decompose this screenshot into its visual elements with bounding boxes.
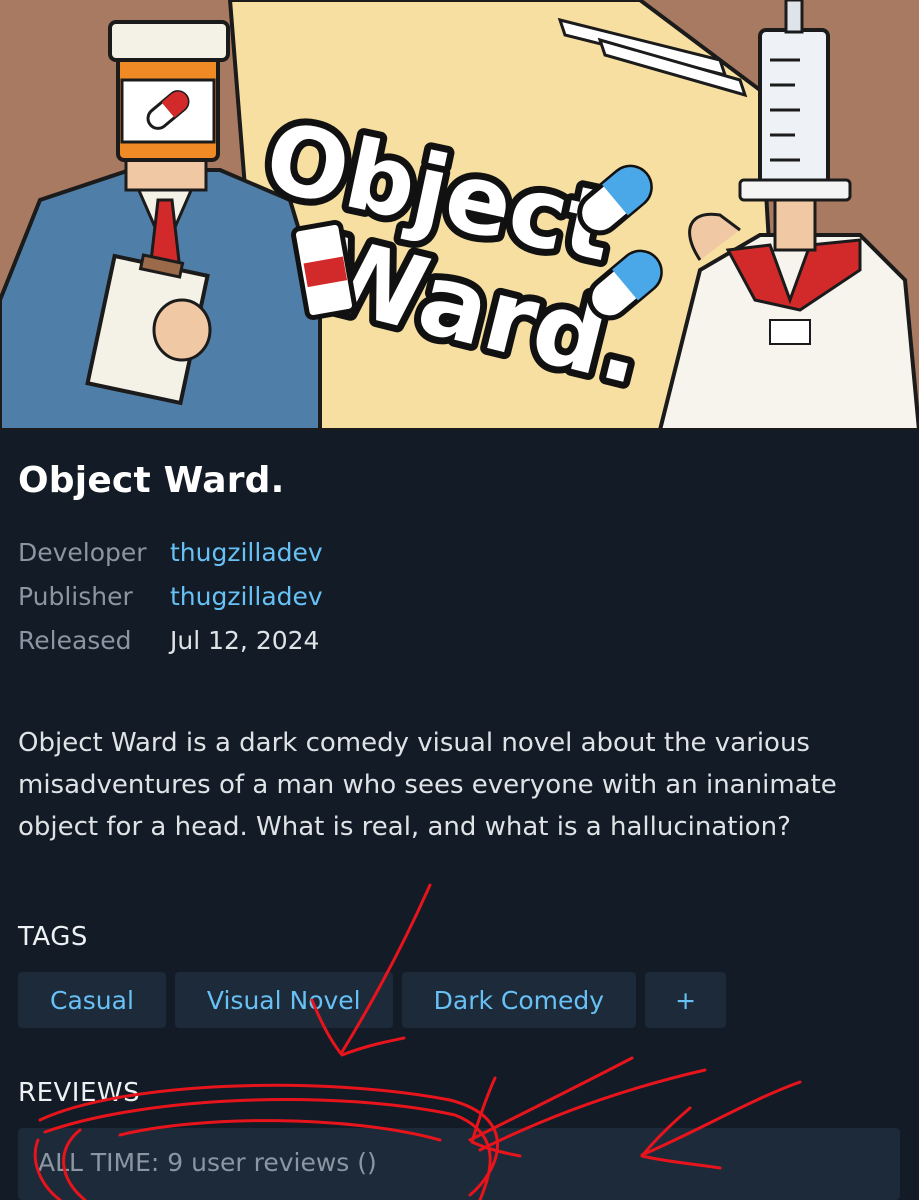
- review-summary-text: ALL TIME: 9 user reviews (): [38, 1148, 377, 1177]
- game-title: Object Ward.: [18, 460, 285, 501]
- publisher-row: Publisher thugzilladev: [18, 574, 323, 618]
- released-row: Released Jul 12, 2024: [18, 618, 323, 662]
- tag-visual-novel[interactable]: Visual Novel: [174, 972, 393, 1028]
- developer-link[interactable]: thugzilladev: [170, 538, 323, 567]
- tag-list: Casual Visual Novel Dark Comedy +: [18, 972, 727, 1028]
- release-date: Jul 12, 2024: [170, 625, 320, 655]
- developer-row: Developer thugzilladev: [18, 530, 323, 574]
- hero-artwork: Object Ward.: [0, 0, 919, 430]
- publisher-label: Publisher: [18, 581, 133, 611]
- tags-heading: TAGS: [18, 922, 88, 952]
- game-description: Object Ward is a dark comedy visual nove…: [18, 728, 837, 842]
- released-label: Released: [18, 625, 132, 655]
- developer-label: Developer: [18, 537, 147, 567]
- tag-dark-comedy[interactable]: Dark Comedy: [401, 972, 637, 1028]
- reviews-heading: REVIEWS: [18, 1078, 141, 1108]
- game-meta: Developer thugzilladev Publisher thugzil…: [18, 530, 323, 662]
- review-summary-box[interactable]: ALL TIME: 9 user reviews (): [18, 1128, 900, 1200]
- hero-banner: Object Ward.: [0, 0, 919, 430]
- publisher-link[interactable]: thugzilladev: [170, 582, 323, 611]
- tag-more-button[interactable]: +: [645, 972, 727, 1028]
- tag-casual[interactable]: Casual: [18, 972, 166, 1028]
